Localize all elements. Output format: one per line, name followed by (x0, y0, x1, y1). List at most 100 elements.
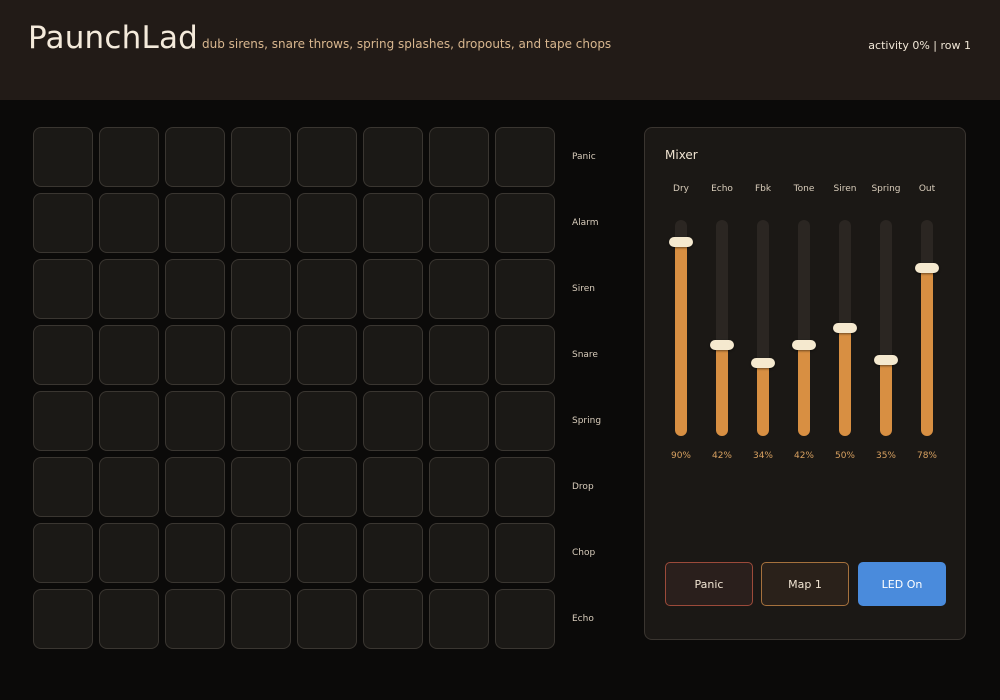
pad-r2-c8[interactable] (495, 193, 555, 253)
channel-label: Fbk (754, 184, 772, 194)
pad-r4-c5[interactable] (297, 325, 357, 385)
pad-r8-c6[interactable] (363, 589, 423, 649)
pad-r5-c1[interactable] (33, 391, 93, 451)
pad-grid (33, 127, 555, 649)
pad-r5-c7[interactable] (429, 391, 489, 451)
pad-r3-c6[interactable] (363, 259, 423, 319)
pad-r5-c4[interactable] (231, 391, 291, 451)
row-label: Spring (572, 416, 602, 426)
pad-r1-c6[interactable] (363, 127, 423, 187)
pad-r4-c2[interactable] (99, 325, 159, 385)
fader-thumb[interactable] (833, 323, 857, 333)
pad-r2-c7[interactable] (429, 193, 489, 253)
channel-label: Tone (793, 184, 815, 194)
pad-r8-c1[interactable] (33, 589, 93, 649)
row-label: Echo (572, 614, 594, 624)
pad-r4-c7[interactable] (429, 325, 489, 385)
pad-r8-c7[interactable] (429, 589, 489, 649)
fader-thumb[interactable] (751, 357, 775, 368)
pad-r4-c8[interactable] (495, 325, 555, 385)
pad-r8-c2[interactable] (99, 589, 159, 649)
fader-track[interactable] (669, 220, 693, 436)
pad-r4-c4[interactable] (231, 325, 291, 385)
pad-r7-c4[interactable] (231, 523, 291, 583)
mixer-title: Mixer (665, 148, 698, 162)
pad-r7-c8[interactable] (495, 523, 555, 583)
channel-strip: Fbk 34% (743, 184, 783, 474)
channel-value: 42% (711, 451, 732, 461)
pad-r6-c6[interactable] (363, 457, 423, 517)
pad-r7-c7[interactable] (429, 523, 489, 583)
channel-value: 90% (670, 451, 691, 461)
pad-r7-c3[interactable] (165, 523, 225, 583)
pad-r2-c6[interactable] (363, 193, 423, 253)
pad-r6-c7[interactable] (429, 457, 489, 517)
pad-r3-c8[interactable] (495, 259, 555, 319)
pad-r3-c4[interactable] (231, 259, 291, 319)
pad-r2-c4[interactable] (231, 193, 291, 253)
pad-r4-c1[interactable] (33, 325, 93, 385)
led-toggle-button[interactable]: LED On (858, 562, 946, 606)
row-label: Alarm (572, 218, 599, 228)
row-label: Panic (572, 152, 596, 162)
pad-r6-c3[interactable] (165, 457, 225, 517)
fader-track[interactable] (792, 220, 816, 436)
fader-track[interactable] (874, 220, 898, 436)
pad-r6-c2[interactable] (99, 457, 159, 517)
pad-r8-c5[interactable] (297, 589, 357, 649)
fader-track[interactable] (751, 220, 775, 436)
channel-strip: Spring 35% (866, 184, 906, 474)
pad-r1-c7[interactable] (429, 127, 489, 187)
pad-r7-c2[interactable] (99, 523, 159, 583)
pad-r1-c8[interactable] (495, 127, 555, 187)
channel-strip: Dry 90% (661, 184, 701, 474)
channel-label: Dry (673, 184, 689, 194)
pad-r6-c1[interactable] (33, 457, 93, 517)
pad-r3-c1[interactable] (33, 259, 93, 319)
pad-r8-c3[interactable] (165, 589, 225, 649)
pad-r5-c2[interactable] (99, 391, 159, 451)
pad-r5-c8[interactable] (495, 391, 555, 451)
fader-thumb[interactable] (915, 262, 939, 273)
pad-r5-c3[interactable] (165, 391, 225, 451)
pad-r3-c2[interactable] (99, 259, 159, 319)
channel-value: 50% (834, 451, 855, 461)
pad-r7-c1[interactable] (33, 523, 93, 583)
pad-r3-c5[interactable] (297, 259, 357, 319)
pad-r2-c2[interactable] (99, 193, 159, 253)
pad-r8-c8[interactable] (495, 589, 555, 649)
pad-r3-c3[interactable] (165, 259, 225, 319)
fader-track[interactable] (833, 220, 857, 436)
fader-thumb[interactable] (710, 340, 734, 351)
pad-r8-c4[interactable] (231, 589, 291, 649)
pad-r2-c3[interactable] (165, 193, 225, 253)
pad-r2-c5[interactable] (297, 193, 357, 253)
pad-r5-c5[interactable] (297, 391, 357, 451)
pad-r7-c6[interactable] (363, 523, 423, 583)
row-label: Siren (572, 284, 595, 294)
panic-button[interactable]: Panic (665, 562, 753, 606)
pad-r3-c7[interactable] (429, 259, 489, 319)
pad-r1-c1[interactable] (33, 127, 93, 187)
pad-r1-c4[interactable] (231, 127, 291, 187)
pad-r1-c2[interactable] (99, 127, 159, 187)
pad-r6-c8[interactable] (495, 457, 555, 517)
channel-label: Spring (871, 184, 901, 194)
pad-r1-c3[interactable] (165, 127, 225, 187)
map-button[interactable]: Map 1 (761, 562, 849, 606)
pad-r5-c6[interactable] (363, 391, 423, 451)
channel-value: 35% (875, 451, 896, 461)
fader-track[interactable] (915, 220, 939, 436)
pad-r4-c3[interactable] (165, 325, 225, 385)
pad-r7-c5[interactable] (297, 523, 357, 583)
pad-r2-c1[interactable] (33, 193, 93, 253)
fader-fill (880, 360, 892, 436)
fader-thumb[interactable] (669, 236, 693, 247)
pad-r6-c5[interactable] (297, 457, 357, 517)
pad-r6-c4[interactable] (231, 457, 291, 517)
fader-thumb[interactable] (792, 340, 816, 351)
pad-r1-c5[interactable] (297, 127, 357, 187)
pad-r4-c6[interactable] (363, 325, 423, 385)
fader-track[interactable] (710, 220, 734, 436)
fader-thumb[interactable] (874, 355, 898, 366)
